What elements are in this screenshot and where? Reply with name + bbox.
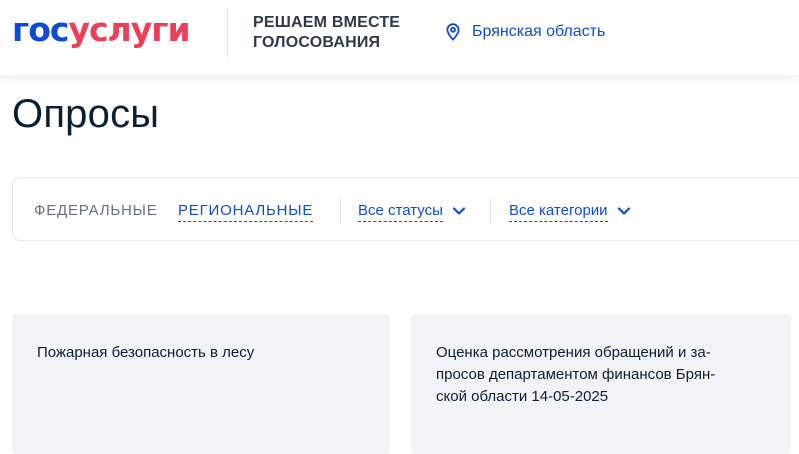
page-title: Опросы: [12, 92, 160, 136]
chevron-down-icon: [452, 203, 466, 221]
filter-divider: [490, 198, 491, 224]
logo-part-gos: гос: [12, 10, 69, 49]
site-header: госуслуги РЕШАЕМ ВМЕСТЕ ГОЛОСОВАНИЯ Брян…: [0, 0, 799, 75]
region-selector[interactable]: Брянская область: [446, 23, 605, 41]
poll-card[interactable]: Оценка рассмотрения обращений и за- прос…: [411, 314, 791, 454]
poll-card-title-line: ской области 14-05-2025: [436, 388, 609, 405]
chevron-down-icon: [617, 203, 631, 221]
poll-card-title: Пожарная безопасность в лесу: [37, 342, 254, 364]
status-dropdown[interactable]: Все статусы: [358, 202, 466, 222]
poll-card-title: Оценка рассмотрения обращений и за- прос…: [436, 342, 715, 408]
gosuslugi-logo[interactable]: госуслуги: [12, 10, 191, 50]
filter-bar: ФЕДЕРАЛЬНЫЕ РЕГИОНАЛЬНЫЕ Все статусы Все…: [12, 177, 799, 241]
poll-card-title-line: Оценка рассмотрения обращений и за-: [436, 344, 711, 361]
category-dropdown-label: Все категории: [509, 202, 608, 222]
logo-part-uslugi: услуги: [68, 10, 190, 49]
poll-card[interactable]: Пожарная безопасность в лесу: [12, 314, 390, 454]
tab-federal[interactable]: ФЕДЕРАЛЬНЫЕ: [34, 202, 158, 220]
header-tagline: РЕШАЕМ ВМЕСТЕ ГОЛОСОВАНИЯ: [253, 14, 401, 51]
location-pin-icon: [446, 23, 460, 41]
tab-regional[interactable]: РЕГИОНАЛЬНЫЕ: [178, 202, 314, 222]
poll-card-title-line: Пожарная безопасность в лесу: [37, 344, 255, 361]
status-dropdown-label: Все статусы: [358, 202, 443, 222]
region-label: Брянская область: [472, 23, 606, 40]
category-dropdown[interactable]: Все категории: [509, 202, 631, 222]
filter-divider: [340, 198, 341, 224]
header-divider: [227, 8, 228, 57]
poll-card-title-line: просов департаментом финансов Брян-: [436, 366, 716, 383]
